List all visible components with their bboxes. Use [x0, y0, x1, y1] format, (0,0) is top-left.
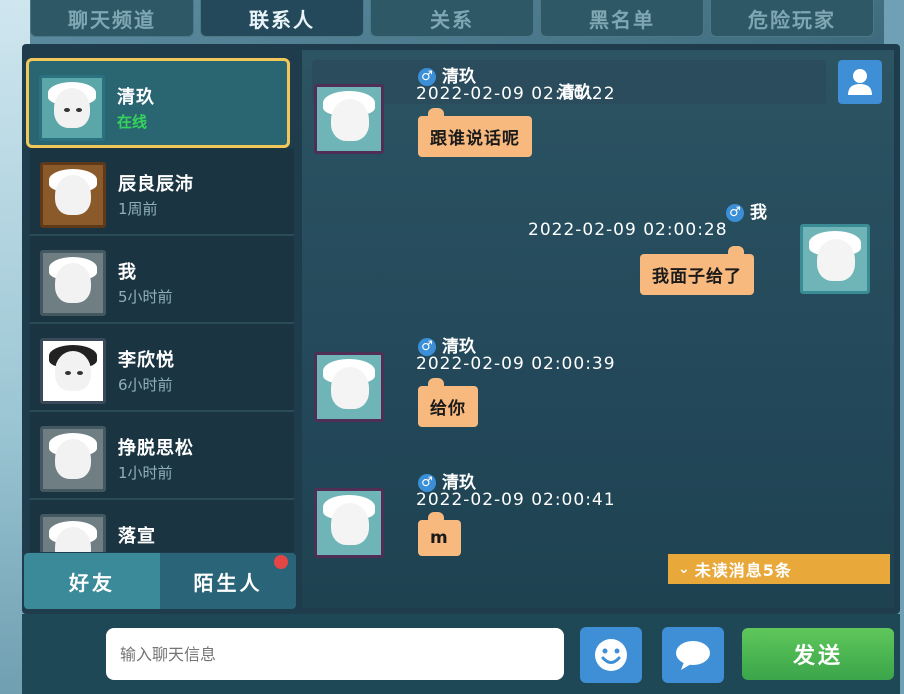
- avatar: [39, 75, 105, 141]
- message-sender: ♂ 我: [726, 198, 767, 223]
- chat-area[interactable]: 清玖 ♂ 清玖 2022-02-09 02:00:22 跟谁说话呢 ♂ 我 2022…: [302, 50, 894, 608]
- profile-button[interactable]: [838, 60, 882, 104]
- message-avatar[interactable]: [314, 352, 384, 422]
- tab-blacklist[interactable]: 黑名单: [540, 0, 704, 37]
- contact-list[interactable]: 清玖 在线 辰良辰沛 1周前 我 5小时前 李欣悦 6小时前 挣脱思松 1小时前: [26, 52, 296, 552]
- avatar: [40, 250, 106, 316]
- contact-status: 在线: [117, 113, 148, 131]
- tab-contacts[interactable]: 联系人: [200, 0, 364, 37]
- quick-phrase-button[interactable]: [662, 627, 724, 683]
- message-bubble: 给你: [418, 378, 478, 427]
- unread-messages-label: 未读消息5条: [694, 561, 792, 580]
- male-icon: ♂: [726, 204, 744, 222]
- contact-name: 落宣: [118, 526, 156, 547]
- message-bubble: m: [418, 512, 461, 556]
- double-chevron-down-icon: ⌄: [678, 561, 691, 577]
- unread-messages-button[interactable]: ⌄ 未读消息5条: [668, 554, 890, 584]
- chat-input[interactable]: [106, 628, 564, 680]
- contact-name: 李欣悦: [118, 350, 175, 371]
- contact-status: 1小时前: [118, 464, 173, 482]
- notification-dot-icon: [274, 555, 288, 569]
- speech-bubble-icon: [676, 641, 710, 670]
- contact-item[interactable]: 李欣悦 6小时前: [30, 324, 294, 412]
- send-button[interactable]: 发送: [742, 628, 894, 680]
- message-bubble: 跟谁说话呢: [418, 108, 532, 157]
- smiley-icon: [595, 639, 627, 671]
- contact-item[interactable]: 落宣: [30, 500, 294, 552]
- user-profile-icon: [848, 69, 872, 95]
- tab-relations[interactable]: 关系: [370, 0, 534, 37]
- avatar: [40, 338, 106, 404]
- contact-item[interactable]: 辰良辰沛 1周前: [30, 148, 294, 236]
- contact-name: 我: [118, 262, 137, 283]
- avatar: [40, 514, 106, 552]
- message-avatar[interactable]: [800, 224, 870, 294]
- tab-strangers-label: 陌生人: [193, 570, 263, 595]
- contact-name: 挣脱思松: [118, 438, 194, 459]
- message-bubble: 我面子给了: [640, 246, 754, 295]
- contact-status: 5小时前: [118, 288, 173, 306]
- contact-item[interactable]: 清玖 在线: [26, 58, 290, 148]
- tab-strangers[interactable]: 陌生人: [160, 553, 296, 609]
- contact-name: 辰良辰沛: [118, 174, 194, 195]
- emoji-button[interactable]: [580, 627, 642, 683]
- message-time: 2022-02-09 02:00:22: [416, 84, 616, 104]
- contact-name: 清玖: [117, 87, 155, 108]
- contact-item[interactable]: 挣脱思松 1小时前: [30, 412, 294, 500]
- tab-dangerous-players[interactable]: 危险玩家: [710, 0, 874, 37]
- top-tab-bar: 聊天频道 联系人 关系 黑名单 危险玩家: [30, 0, 900, 38]
- contact-status: 1周前: [118, 200, 158, 218]
- message-time: 2022-02-09 02:00:28: [528, 220, 728, 240]
- tab-friends[interactable]: 好友: [24, 553, 160, 609]
- tab-chat-channel[interactable]: 聊天频道: [30, 0, 194, 37]
- contact-list-tabs: 好友 陌生人: [24, 553, 296, 609]
- message-time: 2022-02-09 02:00:39: [416, 354, 616, 374]
- avatar: [40, 162, 106, 228]
- message-time: 2022-02-09 02:00:41: [416, 490, 616, 510]
- message-avatar[interactable]: [314, 84, 384, 154]
- avatar: [40, 426, 106, 492]
- message-avatar[interactable]: [314, 488, 384, 558]
- contact-item[interactable]: 我 5小时前: [30, 236, 294, 324]
- contact-status: 6小时前: [118, 376, 173, 394]
